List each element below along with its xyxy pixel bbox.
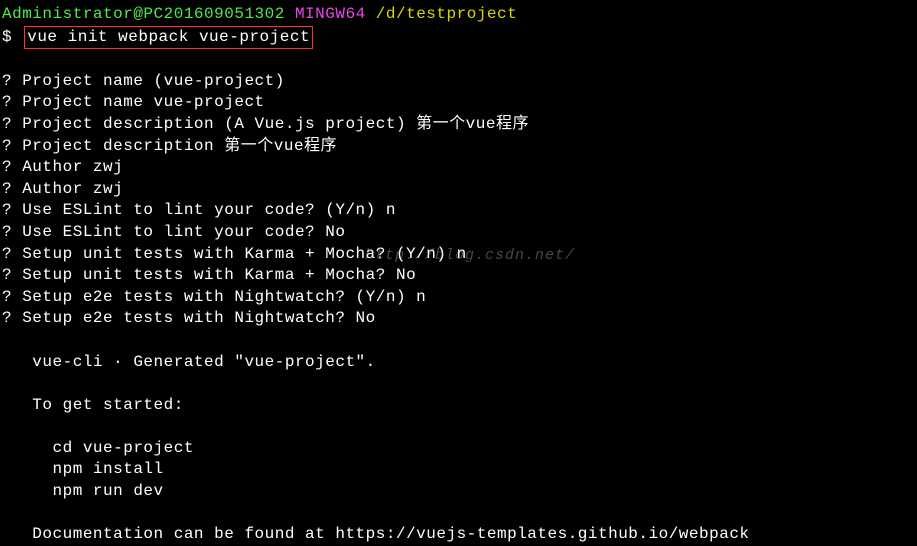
cwd-path: /d/testproject bbox=[376, 5, 517, 23]
prompt-dollar: $ bbox=[2, 28, 12, 46]
command-text: vue init webpack vue-project bbox=[27, 28, 310, 46]
docs-message: Documentation can be found at https://vu… bbox=[2, 524, 915, 546]
instruction-install: npm install bbox=[2, 459, 915, 481]
prompt-eslint-question: ? Use ESLint to lint your code? (Y/n) n bbox=[2, 200, 915, 222]
blank-line bbox=[2, 49, 915, 71]
prompt-author-default: ? Author zwj bbox=[2, 157, 915, 179]
blank-line bbox=[2, 330, 915, 352]
prompt-author-answer: ? Author zwj bbox=[2, 179, 915, 201]
instruction-dev: npm run dev bbox=[2, 481, 915, 503]
blank-line bbox=[2, 416, 915, 438]
prompt-eslint-answer: ? Use ESLint to lint your code? No bbox=[2, 222, 915, 244]
prompt-e2e-answer: ? Setup e2e tests with Nightwatch? No bbox=[2, 308, 915, 330]
prompt-unit-tests-question: ? Setup unit tests with Karma + Mocha? (… bbox=[2, 244, 915, 266]
prompt-project-name-answer: ? Project name vue-project bbox=[2, 92, 915, 114]
command-line[interactable]: $ vue init webpack vue-project bbox=[2, 26, 915, 50]
instruction-cd: cd vue-project bbox=[2, 438, 915, 460]
user-host: Administrator@PC201609051302 bbox=[2, 5, 285, 23]
prompt-unit-tests-answer: ? Setup unit tests with Karma + Mocha? N… bbox=[2, 265, 915, 287]
command-highlight-box: vue init webpack vue-project bbox=[24, 26, 313, 50]
prompt-description-answer: ? Project description 第一个vue程序 bbox=[2, 136, 915, 158]
blank-line bbox=[2, 373, 915, 395]
shell-prompt: Administrator@PC201609051302 MINGW64 /d/… bbox=[2, 4, 915, 26]
blank-line bbox=[2, 503, 915, 525]
prompt-project-name-default: ? Project name (vue-project) bbox=[2, 71, 915, 93]
prompt-description-default: ? Project description (A Vue.js project)… bbox=[2, 114, 915, 136]
generated-message: vue-cli · Generated "vue-project". bbox=[2, 352, 915, 374]
mingw-label: MINGW64 bbox=[295, 5, 366, 23]
prompt-e2e-question: ? Setup e2e tests with Nightwatch? (Y/n)… bbox=[2, 287, 915, 309]
get-started-heading: To get started: bbox=[2, 395, 915, 417]
